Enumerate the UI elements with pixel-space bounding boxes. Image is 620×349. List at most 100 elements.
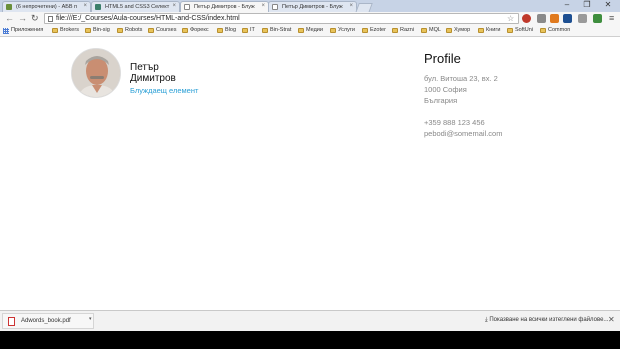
bookmark-item[interactable]: Bin-Strat (262, 27, 291, 33)
mail-icon (6, 4, 12, 10)
profile-title: Profile (424, 51, 461, 66)
page-icon (95, 4, 101, 10)
reload-icon[interactable]: ↻ (31, 13, 39, 24)
close-icon[interactable]: × (349, 3, 353, 9)
bookmark-item[interactable]: Bin-sig (85, 27, 110, 33)
bookmark-label: Услуги (338, 27, 355, 33)
folder-icon (298, 28, 304, 33)
bookmark-label: Bin-Strat (270, 27, 292, 33)
pdf-file-icon (8, 317, 15, 326)
folder-icon (262, 28, 268, 33)
bookmark-label: Brokers (60, 27, 79, 33)
show-all-downloads-link[interactable]: ⤓ Показване на всички изтеглени файлове.… (485, 317, 608, 324)
chevron-down-icon[interactable]: ▾ (89, 316, 92, 322)
folder-icon (507, 28, 513, 33)
bookmark-item[interactable]: MQL (421, 27, 441, 33)
back-icon[interactable]: ← (5, 13, 14, 23)
extension-icon[interactable] (578, 14, 587, 23)
folder-icon (217, 28, 223, 33)
bookmark-label: Хумор (454, 27, 471, 33)
extension-icon[interactable] (563, 14, 572, 23)
folder-icon (540, 28, 546, 33)
bookmark-item[interactable]: Услуги (330, 27, 355, 33)
file-icon (48, 16, 53, 22)
bookmark-apps[interactable]: Приложения (3, 27, 44, 34)
email: pebodi@somemail.com (424, 129, 503, 138)
apps-icon (3, 28, 9, 34)
bookmark-label: IT (250, 27, 255, 33)
extension-icon[interactable] (537, 14, 546, 23)
bookmark-label: Razni (400, 27, 415, 33)
tab-4-title: Петър Димитров - Блуж (282, 4, 343, 10)
close-icon[interactable]: × (261, 3, 265, 9)
tab-1[interactable]: (6 непрочетени) - АБВ п × (2, 1, 91, 12)
close-window-button[interactable]: ✕ (601, 0, 615, 9)
bookmark-label: SoftUni (515, 27, 534, 33)
bookmark-item[interactable]: IT (242, 27, 255, 33)
bookmark-label: Ezoter (370, 27, 386, 33)
folder-icon (242, 28, 248, 33)
wandering-element-link[interactable]: Блуждаещ елемент (130, 86, 198, 95)
bookmark-item[interactable]: Ezoter (362, 27, 386, 33)
profile-name: Петър Димитров (130, 62, 176, 84)
download-item[interactable]: Adwords_book.pdf ▾ (2, 313, 94, 329)
bookmark-label: Приложения (11, 27, 44, 33)
bookmark-label: Blog (225, 27, 237, 33)
folder-icon (117, 28, 123, 33)
address-line-2: 1000 София (424, 85, 467, 94)
bookmark-item[interactable]: Brokers (52, 27, 79, 33)
phone: +359 888 123 456 (424, 118, 485, 127)
folder-icon (148, 28, 154, 33)
address-bar[interactable]: file:///E:/_Courses/Aula-courses/HTML-an… (44, 13, 519, 24)
bookmark-label: Книги (486, 27, 501, 33)
tab-3-title: Петър Димитров - Блуж (194, 4, 255, 10)
bookmark-item[interactable]: Razni (392, 27, 414, 33)
adblock-icon[interactable] (522, 14, 531, 23)
last-name: Димитров (130, 73, 176, 84)
folder-icon (52, 28, 58, 33)
tab-2[interactable]: HTML5 and CSS3 Селект × (91, 1, 180, 12)
tab-2-title: HTML5 and CSS3 Селект (105, 4, 170, 10)
bookmark-item[interactable]: Courses (148, 27, 176, 33)
bookmark-item[interactable]: SoftUni (507, 27, 533, 33)
show-all-label: Показване на всички изтеглени файлове... (489, 317, 609, 323)
bookmark-item[interactable]: Хумор (446, 27, 470, 33)
folder-icon (182, 28, 188, 33)
bookmark-label: MQL (429, 27, 441, 33)
avatar (71, 48, 121, 98)
bookmark-item[interactable]: Форекс (182, 27, 209, 33)
first-name: Петър (130, 62, 159, 73)
folder-icon (85, 28, 91, 33)
bookmark-item[interactable]: Blog (217, 27, 236, 33)
minimize-button[interactable]: – (560, 0, 574, 9)
restore-button[interactable]: ❐ (580, 0, 594, 9)
bookmark-item[interactable]: Книги (478, 27, 500, 33)
close-icon[interactable]: × (83, 3, 87, 9)
download-file-name: Adwords_book.pdf (21, 318, 71, 324)
bookmark-label: Common (548, 27, 571, 33)
tab-1-title: (6 непрочетени) - АБВ п (16, 4, 78, 10)
bookmark-item[interactable]: Медии (298, 27, 323, 33)
profile-photo (72, 49, 120, 97)
download-bar: Adwords_book.pdf ▾ ⤓ Показване на всички… (0, 310, 620, 331)
close-download-bar-button[interactable]: ✕ (608, 315, 615, 324)
bookmark-star-icon[interactable]: ☆ (507, 14, 514, 23)
url-text: file:///E:/_Courses/Aula-courses/HTML-an… (56, 15, 240, 22)
bookmark-label: Courses (156, 27, 177, 33)
folder-icon (421, 28, 427, 33)
extension-icon[interactable] (593, 14, 602, 23)
close-icon[interactable]: × (172, 3, 176, 9)
forward-icon[interactable]: → (18, 13, 27, 23)
bookmark-item[interactable]: Common (540, 27, 570, 33)
tab-3-active[interactable]: Петър Димитров - Блуж × (180, 1, 269, 12)
folder-icon (478, 28, 484, 33)
menu-icon[interactable]: ≡ (609, 13, 614, 23)
bookmark-item[interactable]: Robots (117, 27, 142, 33)
extension-icon[interactable] (550, 14, 559, 23)
tab-4[interactable]: Петър Димитров - Блуж × (268, 1, 357, 12)
bookmark-label: Форекс (190, 27, 209, 33)
address-line-1: бул. Витоша 23, вх. 2 (424, 74, 498, 83)
folder-icon (446, 28, 452, 33)
document-icon (184, 4, 190, 10)
bookmark-label: Bin-sig (93, 27, 110, 33)
